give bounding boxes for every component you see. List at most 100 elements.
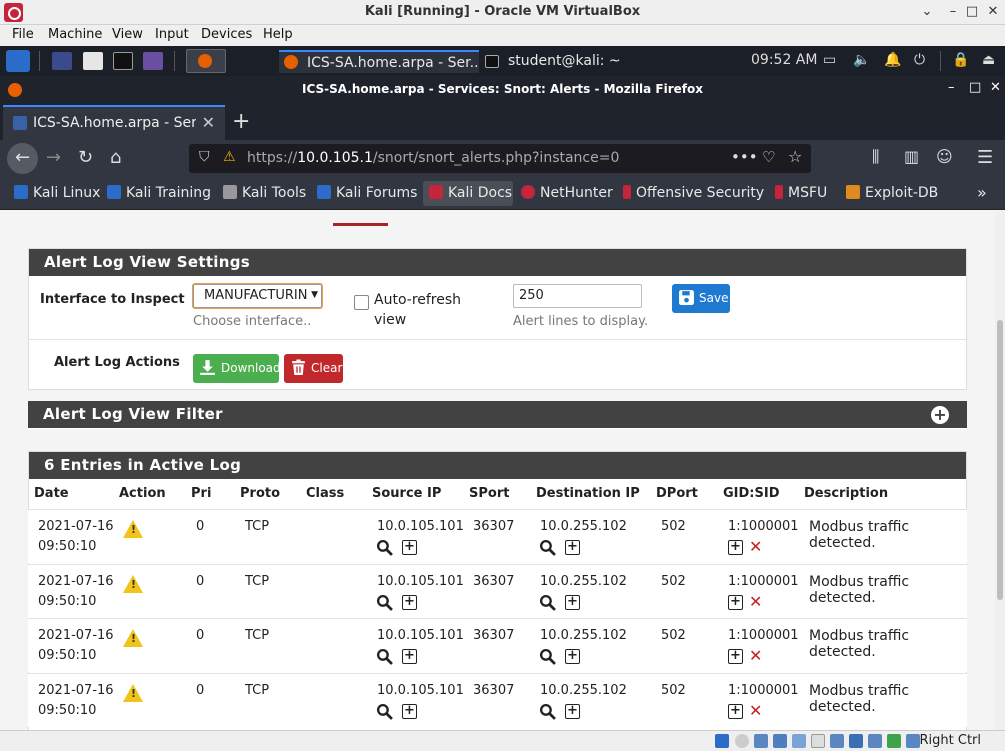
- home-icon[interactable]: ⌂: [110, 147, 121, 168]
- volume-icon[interactable]: 🔈: [853, 52, 870, 68]
- add-plus-icon[interactable]: +: [728, 595, 743, 610]
- col-sport[interactable]: SPort: [469, 486, 509, 501]
- col-date[interactable]: Date: [34, 486, 69, 501]
- bookmarks-overflow-icon[interactable]: »: [977, 183, 987, 202]
- url-bar[interactable]: ⛉ ⚠ https://10.0.105.1/snort/snort_alert…: [189, 144, 811, 173]
- bookmark-kali-forums[interactable]: Kali Forums: [317, 185, 417, 201]
- bookmark-kali-docs[interactable]: Kali Docs: [429, 185, 512, 201]
- bookmark-kali-tools[interactable]: Kali Tools: [223, 185, 306, 201]
- bookmark-msfu[interactable]: MSFU: [775, 185, 827, 201]
- remove-x-icon[interactable]: ✕: [749, 592, 762, 611]
- task-firefox[interactable]: ICS-SA.home.arpa - Ser...: [279, 50, 479, 73]
- save-button[interactable]: Save: [672, 284, 730, 313]
- menu-input[interactable]: Input: [155, 27, 189, 42]
- screen-recorder-icon[interactable]: [143, 52, 163, 70]
- back-icon[interactable]: ←: [7, 143, 38, 174]
- ff-close-icon[interactable]: ✕: [990, 80, 1001, 95]
- add-plus-icon[interactable]: +: [402, 704, 417, 719]
- add-plus-icon[interactable]: +: [728, 649, 743, 664]
- shared-folders-icon[interactable]: [811, 734, 825, 748]
- search-icon[interactable]: [539, 648, 556, 665]
- terminal-icon[interactable]: [113, 52, 133, 70]
- download-button[interactable]: Download: [193, 354, 281, 383]
- vbox-maximize-icon[interactable]: □: [964, 4, 980, 19]
- url-text[interactable]: https://10.0.105.1/snort/snort_alerts.ph…: [247, 150, 619, 166]
- col-gid-sid[interactable]: GID:SID: [723, 486, 780, 501]
- menu-machine[interactable]: Machine: [48, 27, 102, 42]
- desktop-icon[interactable]: [52, 52, 72, 70]
- menu-view[interactable]: View: [112, 27, 143, 42]
- notification-bell-icon[interactable]: 🔔: [884, 52, 901, 68]
- vbox-minimize-icon[interactable]: –: [945, 4, 961, 19]
- col-pri[interactable]: Pri: [191, 486, 211, 501]
- add-plus-icon[interactable]: +: [728, 704, 743, 719]
- search-icon[interactable]: [376, 539, 393, 556]
- col-dport[interactable]: DPort: [656, 486, 698, 501]
- remove-x-icon[interactable]: ✕: [749, 537, 762, 556]
- search-icon[interactable]: [376, 594, 393, 611]
- add-plus-icon[interactable]: +: [728, 540, 743, 555]
- shield-icon[interactable]: ⛉: [199, 149, 210, 165]
- file-manager-icon[interactable]: [83, 52, 103, 70]
- add-plus-icon[interactable]: +: [402, 649, 417, 664]
- add-plus-icon[interactable]: +: [565, 649, 580, 664]
- hard-disk-icon[interactable]: [715, 734, 729, 748]
- search-icon[interactable]: [376, 703, 393, 720]
- forward-icon[interactable]: →: [46, 147, 61, 168]
- bookmark-exploit-db[interactable]: Exploit-DB: [846, 185, 938, 201]
- new-tab-icon[interactable]: +: [232, 109, 250, 134]
- power-icon[interactable]: ⏻: [914, 52, 925, 68]
- ff-maximize-icon[interactable]: □: [969, 80, 981, 95]
- menu-help[interactable]: Help: [263, 27, 293, 42]
- ff-minimize-icon[interactable]: –: [948, 80, 955, 95]
- mouse-integration-icon[interactable]: [906, 734, 920, 748]
- sidebar-icon[interactable]: ▥: [904, 147, 919, 166]
- add-plus-icon[interactable]: +: [565, 540, 580, 555]
- col-source-ip[interactable]: Source IP: [372, 486, 441, 501]
- auto-refresh-checkbox[interactable]: [354, 295, 369, 310]
- optical-drive-icon[interactable]: [735, 734, 749, 748]
- add-plus-icon[interactable]: +: [402, 540, 417, 555]
- library-icon[interactable]: ⫼: [872, 147, 879, 167]
- bookmark-offensive-security[interactable]: Offensive Security: [623, 185, 764, 201]
- bookmark-nethunter[interactable]: NetHunter: [521, 185, 613, 201]
- tab-close-icon[interactable]: ✕: [202, 113, 215, 132]
- hamburger-menu-icon[interactable]: ☰: [977, 147, 993, 168]
- reload-icon[interactable]: ↻: [78, 147, 93, 168]
- search-icon[interactable]: [539, 594, 556, 611]
- bookmark-star-icon[interactable]: ☆: [788, 147, 802, 166]
- video-capture-icon[interactable]: [849, 734, 863, 748]
- cpu-icon[interactable]: [868, 734, 882, 748]
- filter-panel[interactable]: Alert Log View Filter +: [28, 401, 967, 429]
- account-icon[interactable]: ☺: [936, 147, 953, 166]
- vbox-close-icon[interactable]: ✕: [985, 4, 1001, 19]
- insecure-lock-icon[interactable]: ⚠: [223, 149, 236, 165]
- network-icon[interactable]: [773, 734, 787, 748]
- logout-icon[interactable]: ⏏: [982, 52, 995, 68]
- menu-file[interactable]: File: [12, 27, 34, 42]
- add-plus-icon[interactable]: +: [402, 595, 417, 610]
- add-plus-icon[interactable]: +: [565, 595, 580, 610]
- lock-icon[interactable]: 🔒: [952, 52, 969, 68]
- col-proto[interactable]: Proto: [240, 486, 280, 501]
- expand-plus-icon[interactable]: +: [931, 406, 949, 424]
- pocket-icon[interactable]: ♡: [762, 148, 775, 166]
- alert-lines-input[interactable]: 250: [513, 284, 642, 308]
- kali-menu-icon[interactable]: [6, 50, 30, 72]
- clock[interactable]: 09:52 AM: [751, 52, 817, 68]
- tab-snort-alerts[interactable]: ICS-SA.home.arpa - Serv ✕: [3, 105, 225, 140]
- search-icon[interactable]: [539, 703, 556, 720]
- search-icon[interactable]: [539, 539, 556, 556]
- audio-icon[interactable]: [754, 734, 768, 748]
- usb-icon[interactable]: [792, 734, 806, 748]
- col-class[interactable]: Class: [306, 486, 344, 501]
- col-action[interactable]: Action: [119, 486, 166, 501]
- bookmark-kali-linux[interactable]: Kali Linux: [14, 185, 100, 201]
- vbox-menu-chevron-icon[interactable]: ⌄: [919, 4, 935, 19]
- remove-x-icon[interactable]: ✕: [749, 646, 762, 665]
- interface-select[interactable]: MANUFACTURIN ▼: [192, 283, 323, 309]
- menu-devices[interactable]: Devices: [201, 27, 252, 42]
- search-icon[interactable]: [376, 648, 393, 665]
- add-plus-icon[interactable]: +: [565, 704, 580, 719]
- page-actions-icon[interactable]: •••: [731, 148, 758, 166]
